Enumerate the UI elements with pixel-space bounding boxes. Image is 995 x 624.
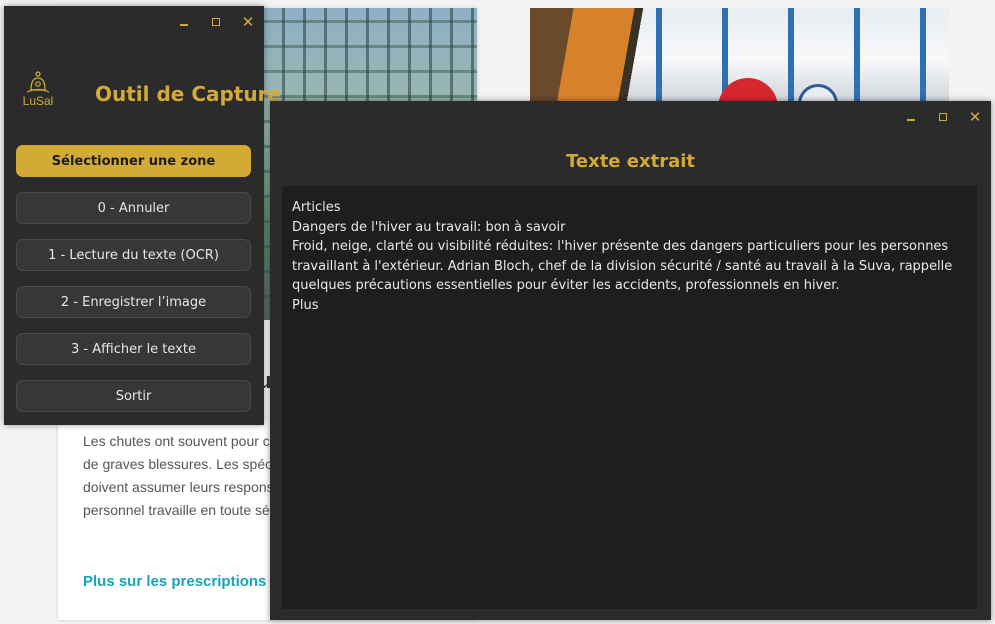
close-icon: ✕ [241, 12, 255, 31]
minimize-icon [180, 24, 188, 26]
select-zone-button[interactable]: Sélectionner une zone [16, 145, 251, 177]
text-line: Articles [292, 200, 341, 215]
window-controls: ✕ [168, 6, 264, 38]
maximize-icon [212, 18, 220, 26]
save-image-button[interactable]: 2 - Enregistrer l’image [16, 286, 251, 318]
extracted-text-window: ✕ Texte extrait Articles Dangers de l'hi… [270, 101, 991, 620]
maximize-icon [939, 113, 947, 121]
capture-tool-window: ✕ LuSal Outil de Capture Sélectionner un… [4, 6, 281, 425]
minimize-button[interactable] [895, 101, 927, 133]
maximize-button[interactable] [200, 6, 232, 38]
app-title: Outil de Capture [95, 82, 282, 106]
paragraph-line: personnel travaille en toute sé [83, 502, 270, 518]
paragraph-line: doivent assumer leurs respons [83, 479, 270, 495]
close-button[interactable]: ✕ [232, 6, 264, 38]
show-text-button[interactable]: 3 - Afficher le texte [16, 333, 251, 365]
exit-button[interactable]: Sortir [16, 380, 251, 412]
minimize-button[interactable] [168, 6, 200, 38]
app-logo: LuSal [18, 70, 58, 114]
text-line: Dangers de l'hiver au travail: bon à sav… [292, 219, 566, 235]
ocr-button[interactable]: 1 - Lecture du texte (OCR) [16, 239, 251, 271]
close-button[interactable]: ✕ [959, 101, 991, 133]
text-line: Plus [292, 297, 319, 313]
lusal-logo-icon [26, 71, 50, 93]
paragraph-line: Les chutes ont souvent pour c [83, 433, 270, 449]
window-title: Texte extrait [565, 151, 695, 172]
logo-text: LuSal [22, 94, 54, 108]
window-controls: ✕ [895, 101, 991, 133]
article-paragraph: Les chutes ont souvent pour c de graves … [83, 430, 270, 522]
extracted-text-area[interactable]: Articles Dangers de l'hiver au travail: … [282, 186, 977, 609]
minimize-icon [907, 119, 915, 121]
cancel-button[interactable]: 0 - Annuler [16, 192, 251, 224]
text-line: Froid, neige, clarté ou visibilité rédui… [292, 239, 953, 293]
maximize-button[interactable] [927, 101, 959, 133]
prescriptions-link[interactable]: Plus sur les prescriptions [83, 573, 270, 590]
paragraph-line: de graves blessures. Les spéc [83, 456, 270, 472]
close-icon: ✕ [968, 107, 982, 126]
article-image-winter-workers [530, 8, 949, 118]
